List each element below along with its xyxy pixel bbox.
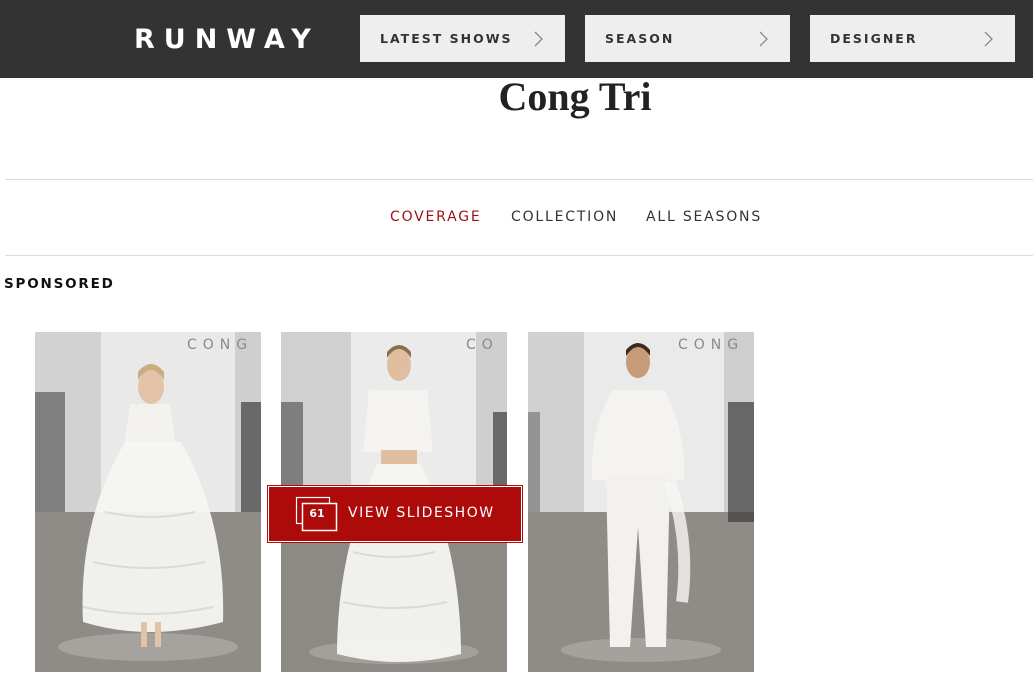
runway-photo-illustration <box>35 332 261 672</box>
view-slideshow-label: VIEW SLIDESHOW <box>348 505 495 521</box>
season-label: SEASON <box>605 31 675 46</box>
chevron-right-icon <box>984 31 993 47</box>
designer-label: DESIGNER <box>830 31 918 46</box>
latest-shows-button[interactable]: LATEST SHOWS <box>360 15 565 62</box>
designer-title: Cong Tri <box>498 74 652 119</box>
sponsored-label: SPONSORED <box>4 276 115 292</box>
tab-collection[interactable]: COLLECTION <box>511 208 618 226</box>
designer-button[interactable]: DESIGNER <box>810 15 1015 62</box>
wall-logo-text: CONG <box>187 337 254 353</box>
tab-all-seasons[interactable]: ALL SEASONS <box>646 208 762 226</box>
view-slideshow-button[interactable]: 61 VIEW SLIDESHOW <box>267 485 523 543</box>
top-navigation-bar: RUNWAY LATEST SHOWS SEASON DESIGNER <box>0 0 1033 78</box>
runway-photo-3[interactable]: CONG <box>528 332 754 672</box>
wall-logo-text: CO <box>466 337 499 353</box>
divider <box>5 255 1033 256</box>
chevron-right-icon <box>534 31 543 47</box>
latest-shows-label: LATEST SHOWS <box>380 31 513 46</box>
wall-logo-text: CONG <box>678 337 745 353</box>
season-button[interactable]: SEASON <box>585 15 790 62</box>
chevron-right-icon <box>759 31 768 47</box>
runway-logo[interactable]: RUNWAY <box>134 22 320 58</box>
runway-photo-1[interactable]: CONG <box>35 332 261 672</box>
photo-count: 61 <box>309 507 325 520</box>
runway-photo-illustration <box>528 332 754 672</box>
divider <box>5 179 1033 180</box>
tab-coverage[interactable]: COVERAGE <box>390 208 482 226</box>
